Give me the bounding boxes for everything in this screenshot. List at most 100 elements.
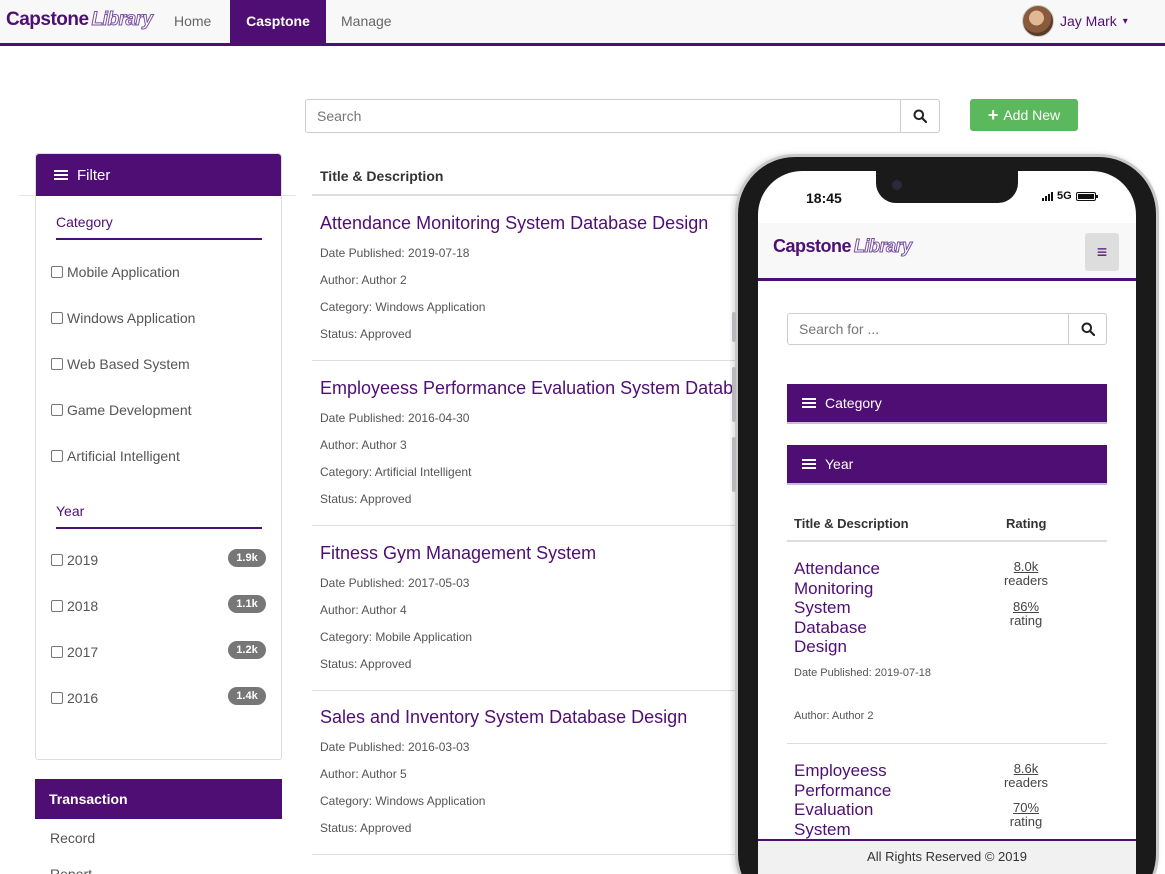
logo-main-text: Capstone	[773, 236, 852, 256]
item-author: Author: Author 3	[320, 438, 407, 452]
sidebar-link-record[interactable]: Record	[50, 830, 95, 846]
item-category: Category: Mobile Application	[320, 630, 473, 644]
mobile-column-title: Title & Description	[794, 516, 909, 531]
accordion-category[interactable]: Category	[787, 384, 1107, 424]
user-name: Jay Mark	[1060, 13, 1117, 29]
divider	[787, 540, 1107, 542]
phone-button	[732, 437, 736, 492]
status-indicators: 5G	[1042, 190, 1098, 202]
checkbox[interactable]	[51, 358, 63, 370]
readers-count: 8.0k	[1013, 559, 1039, 574]
checkbox[interactable]	[51, 692, 63, 704]
list-icon	[54, 169, 68, 181]
add-new-label: Add New	[1003, 107, 1061, 123]
nav-casptone[interactable]: Casptone	[230, 0, 326, 46]
search-button[interactable]	[900, 100, 939, 132]
category-checkbox-web[interactable]: Web Based System	[51, 356, 190, 372]
item-title-link[interactable]: Fitness Gym Management System	[320, 543, 596, 564]
year-checkbox-2017[interactable]: 2017	[51, 644, 98, 660]
item-title-link[interactable]: Attendance Monitoring System Database De…	[320, 213, 708, 234]
year-checkbox-2018[interactable]: 2018	[51, 598, 98, 614]
transaction-header: Transaction	[35, 779, 282, 819]
readers-label: readers	[1003, 775, 1049, 790]
mobile-column-rating: Rating	[1006, 516, 1047, 531]
checkbox[interactable]	[51, 312, 63, 324]
year-checkbox-2016[interactable]: 2016	[51, 690, 98, 706]
item-author: Author: Author 2	[320, 273, 407, 287]
phone-button	[732, 312, 736, 342]
item-status: Status: Approved	[320, 492, 412, 506]
phone-notch	[876, 171, 1018, 203]
mobile-item-title-link[interactable]: Attendance Monitoring System Database De…	[794, 559, 924, 657]
year-group-label: Year	[56, 503, 262, 529]
category-label: Artificial Intelligent	[67, 448, 180, 464]
mobile-search-button[interactable]	[1068, 314, 1106, 344]
category-label: Game Development	[67, 402, 192, 418]
category-checkbox-game[interactable]: Game Development	[51, 402, 192, 418]
item-author: Author: Author 4	[320, 603, 407, 617]
mobile-navbar: Capstone Library ≡	[758, 223, 1136, 281]
phone-screen: 18:45 5G CapstoneLibrary ≡ Category Year	[758, 171, 1136, 874]
brand-logo[interactable]: Capstone Library	[6, 9, 153, 31]
caret-down-icon: ▾	[1122, 15, 1128, 27]
category-checkbox-windows[interactable]: Windows Application	[51, 310, 195, 326]
rating-value: 70%	[1012, 800, 1040, 815]
list-item: Attendance Monitoring System Database De…	[312, 196, 742, 361]
item-author: Author: Author 5	[320, 767, 407, 781]
readers-label: readers	[1003, 573, 1049, 588]
item-status: Status: Approved	[320, 657, 412, 671]
category-label: Mobile Application	[67, 264, 180, 280]
checkbox[interactable]	[51, 404, 63, 416]
accordion-label: Year	[825, 456, 854, 472]
item-title-link[interactable]: Sales and Inventory System Database Desi…	[320, 707, 687, 728]
search-input[interactable]	[306, 100, 901, 132]
year-label: 2018	[67, 598, 99, 614]
item-date: Date Published: 2016-03-03	[320, 740, 470, 754]
nav-home[interactable]: Home	[159, 0, 226, 46]
count-badge: 1.9k	[228, 549, 266, 567]
item-category: Category: Windows Application	[320, 794, 486, 808]
accordion-year[interactable]: Year	[787, 445, 1107, 485]
count-badge: 1.4k	[228, 687, 266, 705]
user-menu[interactable]: Jay Mark ▾	[1022, 3, 1128, 39]
year-checkbox-2019[interactable]: 2019	[51, 552, 98, 568]
add-new-button[interactable]: + Add New	[970, 99, 1078, 131]
year-label: 2019	[67, 552, 99, 568]
year-label: 2017	[67, 644, 99, 660]
logo-main-text: Capstone	[6, 9, 89, 30]
mobile-search-bar	[787, 313, 1107, 345]
avatar	[1022, 5, 1054, 37]
category-group-label: Category	[56, 214, 262, 240]
readers-stat: 8.6k readers	[986, 762, 1066, 790]
item-status: Status: Approved	[320, 821, 412, 835]
category-label: Windows Application	[67, 310, 196, 326]
top-navbar: Capstone Library Home Casptone Manage Jay…	[0, 0, 1165, 46]
count-badge: 1.1k	[228, 595, 266, 613]
checkbox[interactable]	[51, 600, 63, 612]
sidebar-link-report[interactable]: Report	[50, 866, 92, 874]
mobile-item-author: Author: Author 2	[794, 710, 874, 722]
rating-value: 86%	[1012, 599, 1040, 614]
checkbox[interactable]	[51, 450, 63, 462]
nav-manage[interactable]: Manage	[326, 0, 407, 46]
item-category: Category: Windows Application	[320, 300, 486, 314]
accordion-label: Category	[825, 395, 882, 411]
checkbox[interactable]	[51, 646, 63, 658]
checkbox[interactable]	[51, 554, 63, 566]
hamburger-menu-icon[interactable]: ≡	[1085, 233, 1119, 271]
mobile-item-title-link[interactable]: Employeess Performance Evaluation System	[794, 761, 924, 839]
camera-icon	[892, 180, 902, 190]
plus-icon: +	[987, 105, 999, 125]
battery-icon	[1075, 191, 1098, 201]
mobile-search-input[interactable]	[788, 314, 1068, 344]
category-checkbox-ai[interactable]: Artificial Intelligent	[51, 448, 180, 464]
mobile-brand-logo[interactable]: Capstone Library	[773, 236, 913, 257]
rating-stat: 86% rating	[986, 600, 1066, 628]
list-icon	[802, 397, 816, 409]
list-item: Fitness Gym Management System Date Publi…	[312, 526, 742, 691]
search-icon	[1081, 322, 1095, 336]
category-label: Web Based System	[67, 356, 190, 372]
item-date: Date Published: 2016-04-30	[320, 411, 470, 425]
checkbox[interactable]	[51, 266, 63, 278]
category-checkbox-mobile[interactable]: Mobile Application	[51, 264, 180, 280]
